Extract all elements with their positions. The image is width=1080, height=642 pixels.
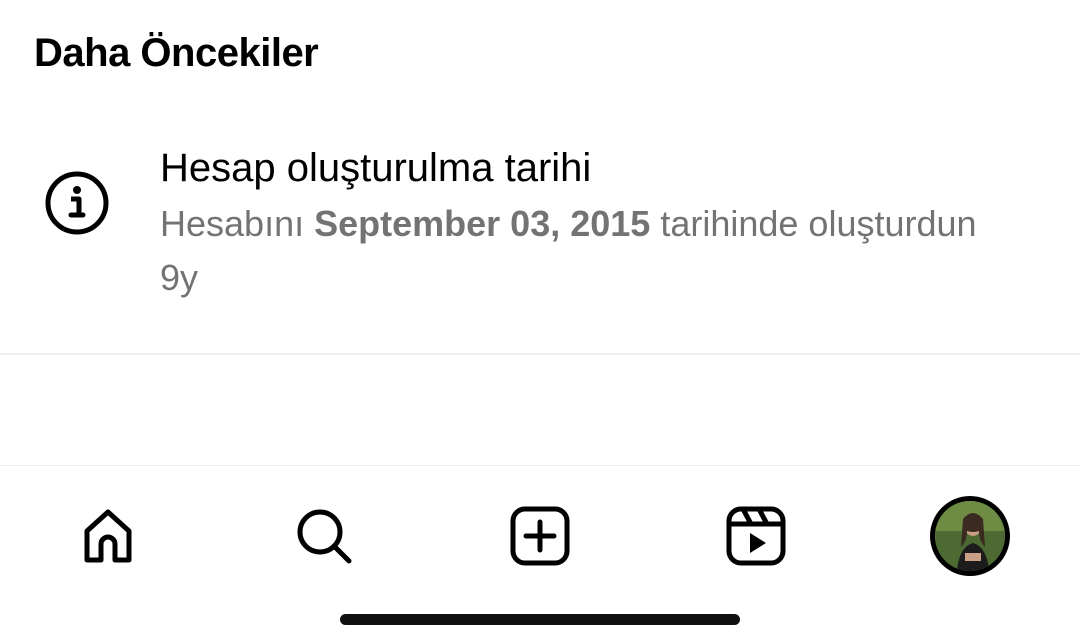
home-icon xyxy=(84,509,132,563)
search-icon xyxy=(297,509,352,564)
divider xyxy=(0,353,1080,355)
home-indicator xyxy=(340,614,740,625)
avatar-image xyxy=(935,501,1005,571)
nav-profile-button[interactable] xyxy=(930,496,1010,576)
activity-page: Daha Öncekiler Hesap oluşturulma tarihi … xyxy=(0,0,1080,642)
section-title: Daha Öncekiler xyxy=(34,31,319,75)
bottom-nav xyxy=(0,466,1080,606)
nav-search-button[interactable] xyxy=(284,496,364,576)
activity-desc-prefix: Hesabını xyxy=(160,203,305,244)
activity-desc-suffix: tarihinde oluşturdun xyxy=(660,203,977,244)
avatar-photo xyxy=(935,501,1005,571)
nav-reels-button[interactable] xyxy=(716,496,796,576)
activity-description: Hesabını September 03, 2015 tarihinde ol… xyxy=(160,204,977,244)
avatar xyxy=(930,496,1010,576)
nav-create-button[interactable] xyxy=(500,496,580,576)
activity-timestamp: 9y xyxy=(160,257,199,298)
info-icon xyxy=(45,171,109,235)
reels-icon xyxy=(726,506,786,566)
nav-home-button[interactable] xyxy=(68,496,148,576)
activity-title: Hesap oluşturulma tarihi xyxy=(160,146,592,190)
activity-date: September 03, 2015 xyxy=(314,203,651,244)
plus-square-icon xyxy=(510,506,570,566)
activity-item-account-created[interactable]: Hesap oluşturulma tarihi Hesabını Septem… xyxy=(0,134,1080,304)
